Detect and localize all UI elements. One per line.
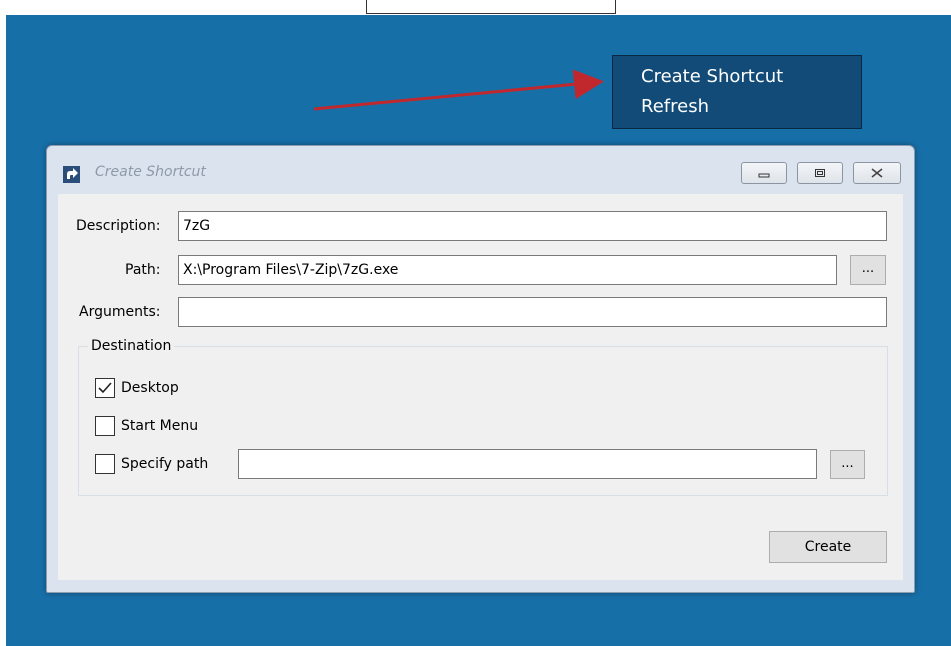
description-label: Description: — [76, 218, 161, 234]
specify-path-option[interactable]: Specify path — [95, 453, 208, 475]
window-title: Create Shortcut — [95, 164, 206, 180]
create-button[interactable]: Create — [769, 531, 887, 563]
start-menu-checkbox[interactable] — [95, 416, 115, 436]
specify-path-checkbox[interactable] — [95, 454, 115, 474]
start-menu-label: Start Menu — [121, 418, 199, 434]
arguments-field[interactable] — [178, 297, 887, 327]
top-tab — [366, 0, 616, 14]
checkmark-icon — [98, 382, 112, 394]
close-button[interactable] — [853, 162, 901, 184]
description-field[interactable]: 7zG — [178, 211, 887, 241]
menu-item-create-shortcut[interactable]: Create Shortcut — [641, 62, 861, 92]
shortcut-arrow-icon — [63, 166, 80, 183]
dialog-client-area: Description: 7zG Path: X:\Program Files\… — [58, 194, 903, 580]
path-field[interactable]: X:\Program Files\7-Zip\7zG.exe — [178, 255, 837, 285]
specify-path-label: Specify path — [121, 456, 209, 472]
desktop-option[interactable]: Desktop — [95, 377, 179, 399]
menu-item-refresh[interactable]: Refresh — [641, 92, 861, 122]
minimize-icon — [758, 173, 770, 178]
start-menu-option[interactable]: Start Menu — [95, 415, 198, 437]
desktop-checkbox[interactable] — [95, 378, 115, 398]
path-label: Path: — [125, 262, 161, 278]
maximize-icon — [815, 169, 825, 177]
desktop-label: Desktop — [121, 380, 179, 396]
destination-group-title: Destination — [88, 338, 175, 354]
path-browse-button[interactable]: ... — [850, 255, 886, 285]
specify-path-browse-button[interactable]: ... — [830, 450, 865, 479]
maximize-button[interactable] — [797, 162, 843, 184]
specify-path-field[interactable] — [238, 449, 817, 479]
close-icon — [871, 168, 883, 178]
title-bar[interactable]: Create Shortcut — [47, 146, 914, 194]
arguments-label: Arguments: — [79, 304, 161, 320]
create-shortcut-dialog: Create Shortcut Description: 7zG Path: X… — [46, 145, 915, 593]
minimize-button[interactable] — [741, 162, 787, 184]
context-menu: Create Shortcut Refresh — [612, 55, 862, 129]
